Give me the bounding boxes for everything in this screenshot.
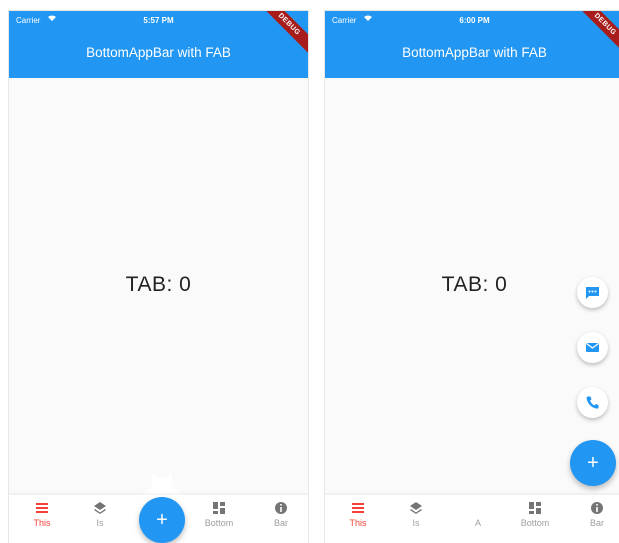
add-icon: + (587, 452, 599, 474)
add-fab-button[interactable]: + (570, 440, 616, 486)
dashboard-icon (213, 502, 225, 514)
nav-label: This (349, 518, 367, 528)
nav-item-bottom[interactable]: Bottom (510, 501, 560, 528)
menu-icon (352, 503, 364, 513)
mail-icon (586, 343, 599, 352)
app-bar: Carrier 5:57 PM BottomAppBar with FAB DE… (9, 11, 308, 78)
add-icon: + (156, 509, 168, 531)
phone-icon (586, 396, 599, 409)
app-bar-title: BottomAppBar with FAB (402, 45, 547, 60)
sms-icon (586, 287, 599, 299)
info-icon (591, 502, 603, 514)
mail-fab-button[interactable] (577, 332, 608, 363)
nav-label: Bar (273, 518, 288, 528)
nav-item-bottom[interactable]: Bottom (194, 501, 244, 528)
nav-label: Bottom (520, 518, 550, 528)
nav-item-bar[interactable]: Bar (256, 501, 306, 528)
status-bar: Carrier 6:00 PM (325, 11, 619, 29)
nav-label: This (33, 518, 51, 528)
nav-label: Bottom (204, 518, 234, 528)
status-bar: Carrier 5:57 PM (9, 11, 308, 29)
menu-icon (36, 503, 48, 513)
nav-label: Is (96, 518, 104, 528)
nav-label: Bar (589, 518, 604, 528)
nav-item-is[interactable]: Is (391, 501, 441, 528)
add-fab-button[interactable]: + (139, 497, 185, 543)
dashboard-icon (529, 502, 541, 514)
layers-icon (94, 502, 106, 514)
tab-content-label: TAB: 0 (441, 273, 508, 296)
layers-icon (410, 502, 422, 514)
info-icon (275, 502, 287, 514)
app-bar: Carrier 6:00 PM BottomAppBar with FAB DE… (325, 11, 619, 78)
phone-screen-left: Carrier 5:57 PM BottomAppBar with FAB DE… (9, 11, 308, 543)
nav-item-a[interactable]: A (453, 501, 503, 528)
nav-label: A (474, 518, 481, 528)
phone-screen-right: Carrier 6:00 PM BottomAppBar with FAB DE… (325, 11, 619, 543)
status-time: 5:57 PM (143, 16, 174, 25)
nav-label: Is (412, 518, 420, 528)
fab-notch (134, 473, 190, 495)
nav-item-this[interactable]: This (333, 501, 383, 528)
app-bar-title: BottomAppBar with FAB (86, 45, 231, 60)
sms-fab-button[interactable] (577, 277, 608, 308)
nav-item-bar[interactable]: Bar (572, 501, 619, 528)
status-time: 6:00 PM (459, 16, 490, 25)
nav-item-this[interactable]: This (17, 501, 67, 528)
phone-fab-button[interactable] (577, 387, 608, 418)
nav-item-is[interactable]: Is (75, 501, 125, 528)
bottom-app-bar: This Is A Bottom Bar (325, 495, 619, 543)
tab-content-label: TAB: 0 (125, 273, 192, 296)
